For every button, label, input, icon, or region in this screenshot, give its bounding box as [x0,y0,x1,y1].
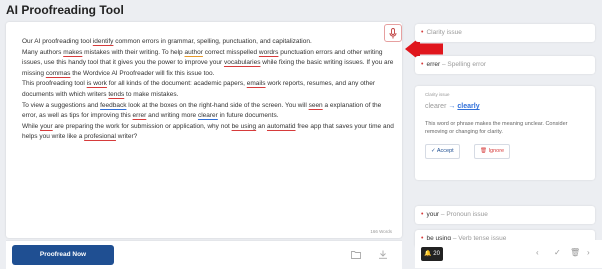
issue-count: 20 [433,251,440,257]
paragraph: Our AI proofreading tool identify common… [22,37,394,48]
text-run: the Wordvice AI Proofreader will fix thi… [70,69,215,77]
trash-icon: 🗑 [480,148,487,154]
download-icon[interactable] [378,250,388,259]
flagged-word[interactable]: your [40,123,53,130]
paragraph: To view a suggestions and feedback look … [22,101,394,122]
text-run: for all kinds of the document: academic … [106,80,247,88]
flagged-word[interactable]: author [184,49,202,56]
suggested-change: clearer → clearly [425,103,480,110]
text-run: are preparing the work for submission or… [52,122,232,130]
text-run: To view a suggestions and [22,101,101,109]
flagged-word[interactable]: automatid [267,123,296,130]
chevron-left-icon[interactable]: ‹ [536,248,539,257]
flagged-word[interactable]: be using [232,123,257,130]
panel-toolbar: 🔔 20 ‹ ✓ 🗑 › [415,240,602,268]
flagged-word[interactable]: is work [87,80,107,87]
chevron-right-icon[interactable]: › [587,248,590,257]
bullet-dot: • [421,61,424,68]
paragraph: This proofreading tool is work for all k… [22,79,394,100]
flagged-word[interactable]: vocabularies [224,59,261,66]
flagged-word[interactable]: wordrs [259,49,279,56]
text-run: and writing more [146,112,198,120]
expanded-suggestion-card[interactable]: Clarity issue clearer → clearly This word … [415,86,595,180]
flagged-word[interactable]: identify [93,38,114,45]
text-run: in future documents. [217,112,279,120]
check-all-icon[interactable]: ✓ [554,248,561,257]
text-run: look at the boxes on the right-hand side… [126,101,309,109]
text-run: writer? [115,133,138,141]
flagged-word[interactable]: makes [63,49,82,56]
check-icon: ✓ [431,148,436,154]
issue-description: This word or phrase makes the meaning un… [425,121,568,135]
text-run: Our AI proofreading tool [22,38,93,45]
text-run: correct misspelled [202,48,259,56]
text-run: While [22,122,41,130]
folder-icon[interactable] [351,250,361,259]
text-run: This proofreading tool [22,80,87,88]
issue-count-badge[interactable]: 🔔 20 [421,247,443,261]
expanded-issue-label: Clarity issue [425,92,450,97]
paragraph: Many authors makes mistakes with their w… [22,48,394,80]
clarity-issue-word[interactable]: feedback [100,102,126,109]
editor-pane[interactable]: Our AI proofreading tool identify common… [6,22,443,238]
ignore-label: Ignore [488,148,505,154]
clarity-issue-word[interactable]: clearer [198,112,218,119]
paragraph: While your are preparing the work for su… [22,122,394,143]
flagged-word[interactable]: tends [108,91,124,98]
text-run: mistakes with their writing. To help [82,48,185,56]
flagged-word[interactable]: seen [309,102,323,109]
suggestion-type: Clarity issue [426,29,462,36]
bell-icon: 🔔 [424,251,432,257]
suggestion-word: errer [426,61,441,68]
accept-button[interactable]: ✓ Accept [425,144,460,159]
text-run: to make mistakes. [124,90,179,98]
flagged-word[interactable]: emails [247,80,266,87]
accept-label: Accept [436,148,454,154]
suggestion-card-clarity[interactable]: • Clarity issue [415,24,595,42]
suggestion-card-pronoun[interactable]: • your – Pronoun issue [415,206,595,224]
ignore-button[interactable]: 🗑 Ignore [474,144,511,159]
flagged-word[interactable]: commas [46,70,71,77]
original-word: clearer [425,103,447,110]
replacement-word[interactable]: clearly [457,103,479,110]
suggestion-type: Pronoun issue [446,211,488,218]
suggestion-type: Spelling error [447,61,487,68]
editor-toolbar: Proofread Now [6,240,402,269]
text-run: Many authors [22,48,64,56]
flagged-word[interactable]: profesional [84,133,116,140]
suggestion-card-spelling[interactable]: • errer – Spelling error [415,56,595,74]
editor-text[interactable]: Our AI proofreading tool identify common… [22,37,394,143]
proofread-now-button[interactable]: Proofread Now [12,245,114,265]
arrow-right-icon: → [448,103,456,110]
word-count: 166 Words [370,229,392,234]
suggestion-word: your [426,211,440,218]
flagged-word[interactable]: errer [133,112,147,119]
bullet-dot: • [421,211,424,218]
app-title: AI Proofreading Tool [6,3,124,17]
delete-icon[interactable]: 🗑 [570,248,580,257]
text-run: an [256,122,267,130]
bullet-dot: • [421,29,424,36]
text-run: common errors in grammar, spelling, punc… [113,38,312,45]
